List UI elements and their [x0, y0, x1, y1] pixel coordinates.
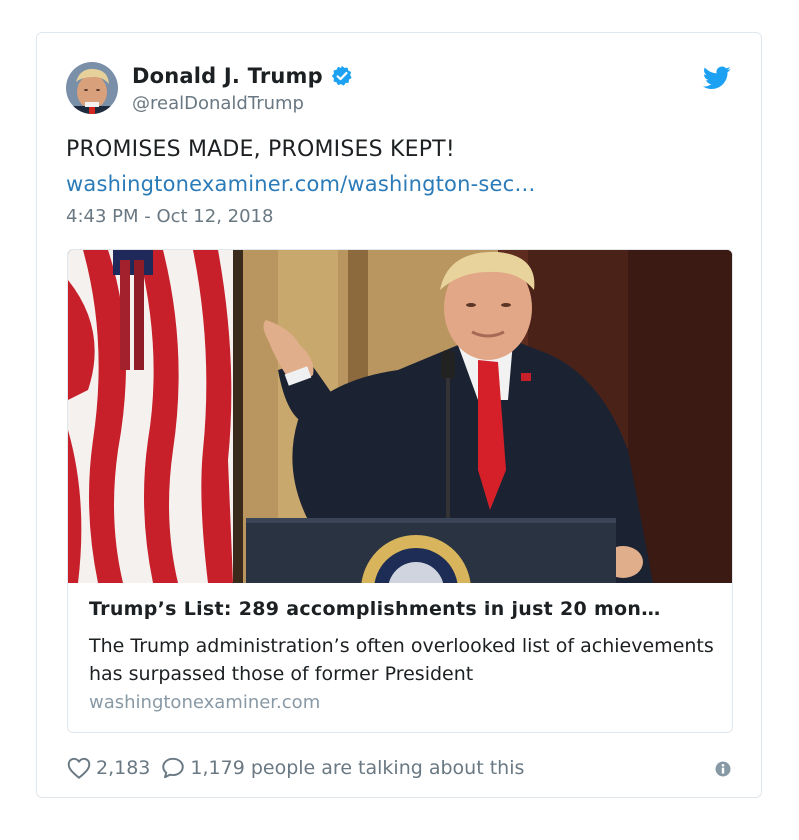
heart-icon[interactable] — [66, 755, 92, 781]
conversation-count[interactable]: 1,179 people are talking about this — [190, 757, 524, 779]
twitter-bird-icon[interactable] — [702, 66, 731, 90]
tweet-timestamp[interactable]: 4:43 PM - Oct 12, 2018 — [66, 206, 273, 227]
tweet-link[interactable]: washingtonexaminer.com/washington-sec… — [66, 172, 536, 196]
author-handle[interactable]: @realDonaldTrump — [132, 93, 304, 114]
article-photo[interactable] — [68, 250, 733, 583]
verified-badge-icon — [331, 65, 353, 87]
tweet-embed-card[interactable]: Donald J. Trump @realDonaldTrump PROMISE… — [36, 32, 762, 798]
tweet-text: PROMISES MADE, PROMISES KEPT! — [66, 137, 455, 162]
author-name[interactable]: Donald J. Trump — [132, 64, 323, 88]
like-count[interactable]: 2,183 — [96, 757, 150, 779]
info-icon[interactable] — [715, 761, 731, 777]
author-name-row[interactable]: Donald J. Trump — [132, 64, 353, 88]
reply-bubble-icon[interactable] — [160, 755, 186, 781]
avatar[interactable] — [66, 62, 118, 114]
card-domain: washingtonexaminer.com — [89, 692, 321, 713]
action-bar: 2,183 1,179 people are talking about thi… — [66, 755, 524, 781]
card-title[interactable]: Trump’s List: 289 accomplishments in jus… — [89, 598, 719, 620]
card-description: The Trump administration’s often overloo… — [89, 635, 714, 685]
link-preview-card[interactable]: Trump’s List: 289 accomplishments in jus… — [67, 249, 733, 733]
